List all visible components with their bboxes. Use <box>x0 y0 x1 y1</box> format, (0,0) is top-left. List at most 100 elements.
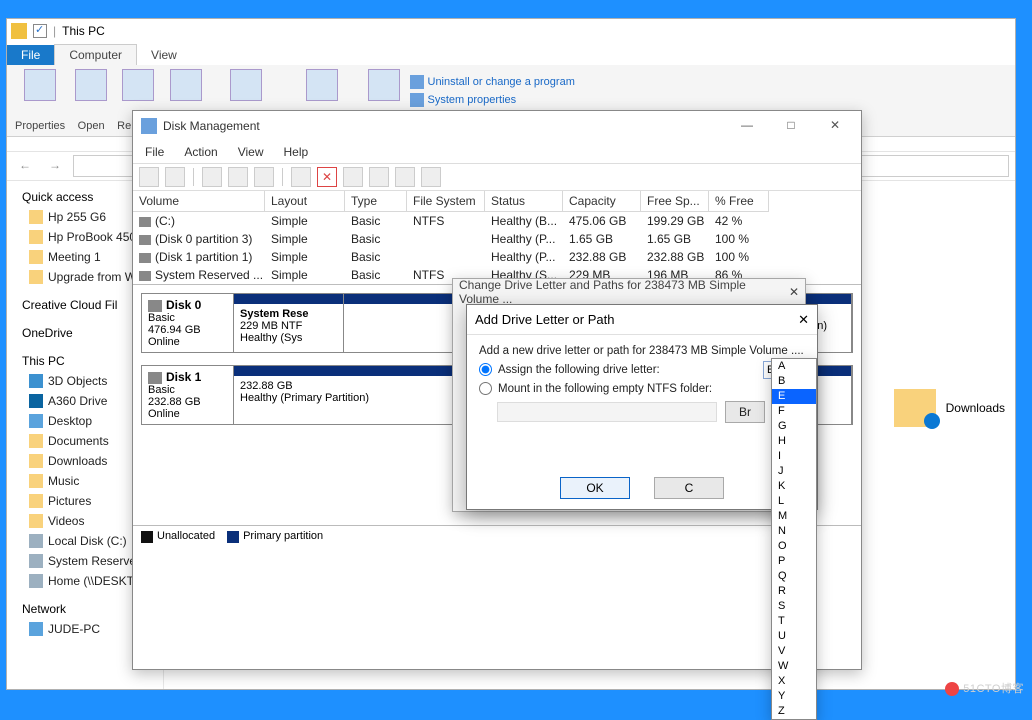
tool-check-icon[interactable] <box>343 167 363 187</box>
dm-title-text: Disk Management <box>163 119 260 133</box>
open-icon <box>75 69 107 101</box>
letter-option[interactable]: I <box>772 449 816 464</box>
disk0-partition-1[interactable]: System Rese229 MB NTFHealthy (Sys <box>234 294 344 352</box>
folder-downloads[interactable]: Downloads <box>894 389 1005 427</box>
letter-option[interactable]: L <box>772 494 816 509</box>
letter-option[interactable]: A <box>772 359 816 374</box>
ribbon-properties[interactable]: Properties <box>15 69 65 132</box>
menu-file[interactable]: File <box>137 143 172 161</box>
letter-option[interactable]: H <box>772 434 816 449</box>
radio-mount[interactable] <box>479 382 492 395</box>
tool-fwd-icon[interactable] <box>165 167 185 187</box>
tool-flag-icon[interactable] <box>291 167 311 187</box>
legend-primary-icon <box>227 531 239 543</box>
letter-option[interactable]: Y <box>772 689 816 704</box>
letter-option[interactable]: W <box>772 659 816 674</box>
letter-option[interactable]: V <box>772 644 816 659</box>
tool-help-icon[interactable] <box>228 167 248 187</box>
videos-icon <box>29 514 43 528</box>
opt-assign-letter[interactable]: Assign the following drive letter: <box>479 363 805 376</box>
folder-icon <box>29 230 43 244</box>
tool-back-icon[interactable] <box>139 167 159 187</box>
letter-option[interactable]: X <box>772 674 816 689</box>
letter-option[interactable]: P <box>772 554 816 569</box>
letter-option[interactable]: E <box>772 389 816 404</box>
legend: Unallocated Primary partition <box>133 525 861 547</box>
map-network-icon <box>230 69 262 101</box>
ribbon-open[interactable]: Open <box>75 69 107 132</box>
volume-row[interactable]: (C:)SimpleBasicNTFSHealthy (B...475.06 G… <box>133 212 861 230</box>
col-type[interactable]: Type <box>345 191 407 212</box>
tool-misc-icon[interactable] <box>395 167 415 187</box>
col-pctfree[interactable]: % Free <box>709 191 769 212</box>
ribbon-tabs: File Computer View <box>7 43 1015 65</box>
nav-fwd-button[interactable]: → <box>43 154 67 178</box>
disk-0-label: Disk 0 Basic 476.94 GB Online <box>142 294 234 352</box>
legend-primary: Primary partition <box>243 530 323 542</box>
maximize-button[interactable]: □ <box>769 112 813 140</box>
tab-file[interactable]: File <box>7 45 54 65</box>
drive-letter-dropdown[interactable]: ABEFGHIJKLMNOPQRSTUVWXYZ <box>771 358 817 720</box>
tool-props-icon[interactable] <box>254 167 274 187</box>
letter-option[interactable]: G <box>772 419 816 434</box>
tab-view[interactable]: View <box>137 45 191 65</box>
tool-refresh-icon[interactable] <box>202 167 222 187</box>
letter-option[interactable]: T <box>772 614 816 629</box>
adl-ok-button[interactable]: OK <box>560 477 630 499</box>
letter-option[interactable]: M <box>772 509 816 524</box>
adl-cancel-button[interactable]: C <box>654 477 724 499</box>
col-filesystem[interactable]: File System <box>407 191 485 212</box>
cdl-close-icon[interactable]: ✕ <box>789 285 799 299</box>
documents-icon <box>29 434 43 448</box>
letter-option[interactable]: O <box>772 539 816 554</box>
close-button[interactable]: ✕ <box>813 112 857 140</box>
col-layout[interactable]: Layout <box>265 191 345 212</box>
menu-view[interactable]: View <box>230 143 272 161</box>
letter-option[interactable]: B <box>772 374 816 389</box>
letter-option[interactable]: F <box>772 404 816 419</box>
minimize-button[interactable]: — <box>725 112 769 140</box>
folder-icon <box>29 270 43 284</box>
music-icon <box>29 474 43 488</box>
rename-icon <box>122 69 154 101</box>
adl-close-icon[interactable]: ✕ <box>798 312 809 328</box>
volume-list-header: Volume Layout Type File System Status Ca… <box>133 191 861 212</box>
letter-option[interactable]: K <box>772 479 816 494</box>
menu-help[interactable]: Help <box>276 143 317 161</box>
cdl-title-text: Change Drive Letter and Paths for 238473… <box>459 278 789 306</box>
folder-path-input[interactable] <box>497 402 717 422</box>
tool-list-icon[interactable] <box>421 167 441 187</box>
dm-titlebar: Disk Management — □ ✕ <box>133 111 861 141</box>
letter-option[interactable]: S <box>772 599 816 614</box>
col-free[interactable]: Free Sp... <box>641 191 709 212</box>
letter-option[interactable]: J <box>772 464 816 479</box>
volume-row[interactable]: (Disk 1 partition 1)SimpleBasicHealthy (… <box>133 248 861 266</box>
tool-delete-icon[interactable]: ✕ <box>317 167 337 187</box>
volume-row[interactable]: (Disk 0 partition 3)SimpleBasicHealthy (… <box>133 230 861 248</box>
downloads-folder-icon <box>894 389 936 427</box>
link-system-properties[interactable]: System properties <box>410 93 575 107</box>
menu-action[interactable]: Action <box>176 143 225 161</box>
letter-option[interactable]: Z <box>772 704 816 719</box>
link-uninstall[interactable]: Uninstall or change a program <box>410 75 575 89</box>
letter-option[interactable]: Q <box>772 569 816 584</box>
legend-unallocated-icon <box>141 531 153 543</box>
col-status[interactable]: Status <box>485 191 563 212</box>
adl-title-text: Add Drive Letter or Path <box>475 312 614 327</box>
cdl-titlebar: Change Drive Letter and Paths for 238473… <box>453 279 805 305</box>
col-volume[interactable]: Volume <box>133 191 265 212</box>
letter-option[interactable]: N <box>772 524 816 539</box>
tool-new-icon[interactable] <box>369 167 389 187</box>
col-capacity[interactable]: Capacity <box>563 191 641 212</box>
letter-option[interactable]: U <box>772 629 816 644</box>
radio-assign[interactable] <box>479 363 492 376</box>
disk-1-label: Disk 1 Basic 232.88 GB Online <box>142 366 234 424</box>
tab-computer[interactable]: Computer <box>54 44 137 65</box>
a360-icon <box>29 394 43 408</box>
opt-mount-folder[interactable]: Mount in the following empty NTFS folder… <box>479 382 805 395</box>
browse-button[interactable]: Br <box>725 401 765 423</box>
volume-list: Volume Layout Type File System Status Ca… <box>133 191 861 285</box>
letter-option[interactable]: R <box>772 584 816 599</box>
nav-back-button[interactable]: ← <box>13 154 37 178</box>
qa-checkbox-icon[interactable] <box>33 24 47 38</box>
